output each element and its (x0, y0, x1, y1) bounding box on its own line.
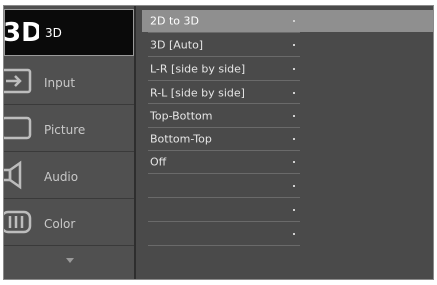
3d-icon: 3D (3, 14, 43, 52)
option-marker (293, 68, 295, 70)
divider (148, 245, 300, 246)
option-label: L-R [side by side] (150, 62, 246, 76)
main-menu: 3D 3D Input Picture Audio Color (4, 6, 134, 279)
option-marker (293, 44, 295, 46)
color-icon (4, 207, 36, 241)
nav-item-label: Picture (44, 122, 86, 137)
divider (148, 173, 300, 174)
option-marker (293, 161, 295, 163)
picture-icon (4, 113, 36, 147)
nav-item-label: Color (44, 216, 76, 231)
divider (148, 103, 300, 104)
option-marker (293, 92, 295, 94)
nav-item-label: Input (44, 75, 76, 90)
submenu-option-lr-side-by-side[interactable]: L-R [side by side] (142, 58, 433, 80)
divider (148, 221, 300, 222)
nav-item-3d[interactable]: 3D 3D (4, 9, 134, 56)
submenu-option-rl-side-by-side[interactable]: R-L [side by side] (142, 82, 433, 104)
submenu-option-top-bottom[interactable]: Top-Bottom (142, 105, 433, 127)
option-marker (293, 115, 295, 117)
option-marker (293, 233, 295, 235)
submenu-option-empty (142, 199, 433, 221)
option-label: Bottom-Top (150, 132, 212, 146)
osd-menu: 3D 3D Input Picture Audio Color 2D to 3D… (3, 5, 434, 280)
divider (148, 32, 300, 33)
submenu-option-off[interactable]: Off (142, 151, 433, 173)
option-label: R-L [side by side] (150, 86, 245, 100)
submenu-option-2d-to-3d[interactable]: 2D to 3D (142, 10, 433, 32)
option-label: 2D to 3D (150, 14, 199, 28)
scroll-down-icon[interactable] (66, 258, 74, 263)
submenu-option-empty (142, 175, 433, 197)
submenu-option-3d-auto[interactable]: 3D [Auto] (142, 34, 433, 56)
nav-item-input[interactable]: Input (4, 59, 134, 106)
osd-screen: 3D 3D Input Picture Audio Color 2D to 3D… (0, 0, 437, 285)
option-label: Off (150, 155, 167, 169)
divider (148, 56, 300, 57)
option-label: 3D [Auto] (150, 38, 204, 52)
submenu: 2D to 3D 3D [Auto] L-R [side by side] R-… (136, 6, 433, 279)
input-icon (4, 66, 36, 100)
audio-icon (4, 160, 36, 194)
option-marker (293, 209, 295, 211)
nav-item-audio[interactable]: Audio (4, 153, 134, 200)
option-marker (293, 138, 295, 140)
nav-item-picture[interactable]: Picture (4, 106, 134, 153)
svg-text:3D: 3D (3, 18, 39, 48)
option-label: Top-Bottom (150, 109, 213, 123)
nav-item-color[interactable]: Color (4, 200, 134, 247)
divider (148, 80, 300, 81)
submenu-option-empty (142, 223, 433, 245)
option-marker (293, 20, 295, 22)
nav-item-label: 3D (45, 25, 62, 40)
option-marker (293, 185, 295, 187)
nav-item-label: Audio (44, 169, 79, 184)
divider (148, 197, 300, 198)
submenu-option-bottom-top[interactable]: Bottom-Top (142, 128, 433, 150)
